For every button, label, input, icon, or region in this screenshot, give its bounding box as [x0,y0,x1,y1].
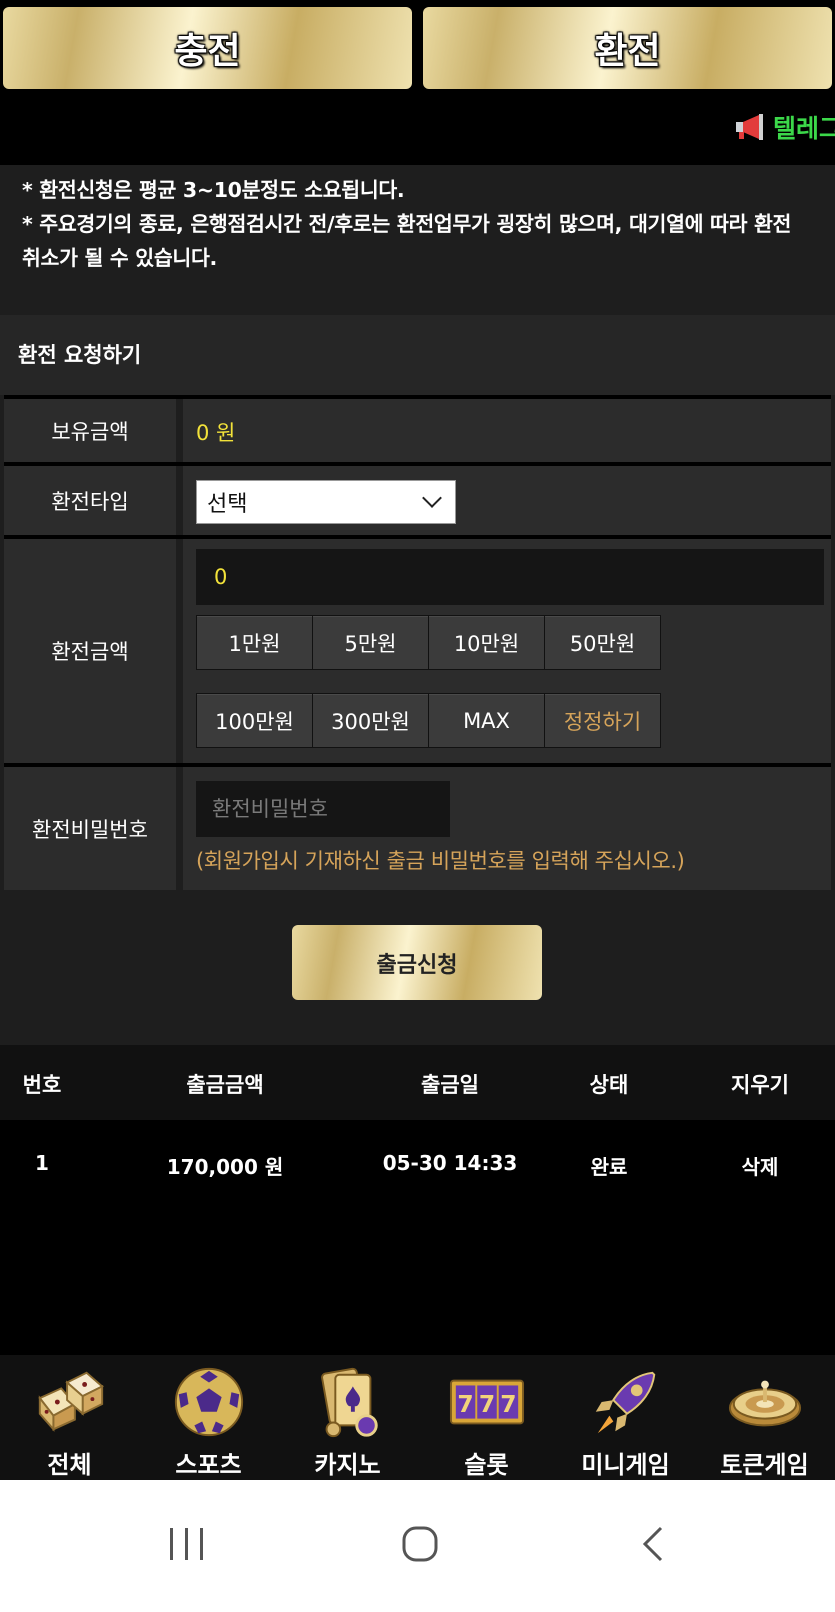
password-row: 환전비밀번호 (회원가입시 기재하신 출금 비밀번호를 입력해 주십시오.) [4,767,831,890]
withdraw-submit-button[interactable]: 출금신청 [292,925,542,1000]
amount-max-button[interactable]: MAX [428,693,545,748]
amount-500k-button[interactable]: 50만원 [544,615,661,670]
home-icon[interactable] [390,1520,450,1570]
cell-number: 1 [35,1151,49,1175]
nav-label: 토큰게임 [720,1451,809,1479]
notice-box: * 환전신청은 평균 3~10분정도 소요됩니다. * 주요경기의 종료, 은행… [0,165,835,315]
notice-line: * 주요경기의 종료, 은행점검시간 전/후로는 환전업무가 굉장히 많으며, … [22,212,792,270]
delete-button[interactable]: 삭제 [742,1151,779,1180]
back-icon[interactable] [625,1520,685,1570]
roulette-icon [728,1380,801,1427]
recent-apps-icon[interactable] [157,1520,217,1570]
notice-line: * 환전신청은 평균 3~10분정도 소요됩니다. [22,178,405,202]
svg-text:7: 7 [478,1390,494,1418]
system-navigation-bar [0,1480,835,1612]
nav-item-casino[interactable]: 카지노 [278,1355,417,1480]
balance-value: 0 원 [196,421,236,445]
table-header: 번호 출금금액 출금일 상태 지우기 [0,1045,835,1120]
column-header-status: 상태 [589,1073,629,1097]
nav-label: 슬롯 [464,1451,509,1479]
withdraw-form: 보유금액 0 원 환전타입 선택 환전금액 0 1만원 5만원 10만원 50만… [0,395,835,890]
password-hint: (회원가입시 기재하신 출금 비밀번호를 입력해 주십시오.) [196,849,685,873]
password-label: 환전비밀번호 [4,767,176,890]
nav-item-all[interactable]: 전체 [0,1355,139,1480]
megaphone-icon [736,114,763,140]
dice-icon [37,1371,104,1432]
bottom-nav: 전체 스포츠 카지노 7 7 7 슬롯 미니게임 토큰게임 [0,1355,835,1480]
tab-exchange[interactable]: 환전 [423,7,832,89]
amount-label: 환전금액 [4,539,176,763]
nav-item-minigame[interactable]: 미니게임 [556,1355,695,1480]
rocket-icon [595,1371,655,1434]
amount-reset-button[interactable]: 정정하기 [544,693,661,748]
column-header-date: 출금일 [421,1073,479,1097]
nav-item-token-game[interactable]: 토큰게임 [695,1355,834,1480]
password-input[interactable] [196,781,450,837]
playing-cards-icon [320,1367,378,1438]
nav-item-sports[interactable]: 스포츠 [139,1355,278,1480]
chevron-down-icon [422,488,442,508]
nav-label: 전체 [47,1451,92,1479]
withdraw-history-table: 번호 출금금액 출금일 상태 지우기 1 170,000 원 05-30 14:… [0,1045,835,1355]
nav-label: 스포츠 [175,1451,242,1479]
amount-3m-button[interactable]: 300만원 [312,693,429,748]
section-title: 환전 요청하기 [0,315,835,395]
svg-text:7: 7 [500,1390,516,1418]
announcement-marquee: 텔레그 [0,95,835,165]
amount-input[interactable]: 0 [196,549,824,605]
amount-100k-button[interactable]: 10만원 [428,615,545,670]
type-select-value: 선택 [207,492,248,517]
type-label: 환전타입 [4,466,176,535]
slot-777-icon: 7 7 7 [449,1379,524,1425]
balance-label: 보유금액 [4,399,176,462]
nav-label: 미니게임 [581,1451,670,1479]
submit-area: 출금신청 [0,890,835,1045]
top-tab-bar: 충전 환전 [0,0,835,95]
amount-50k-button[interactable]: 5만원 [312,615,429,670]
balance-row: 보유금액 0 원 [4,399,831,462]
tab-charge[interactable]: 충전 [3,7,412,89]
cell-amount: 170,000 원 [166,1155,284,1179]
cell-status: 완료 [590,1155,628,1179]
nav-item-slot[interactable]: 7 7 7 슬롯 [417,1355,556,1480]
column-header-number: 번호 [22,1073,62,1097]
marquee-text: 텔레그 [773,114,835,143]
type-row: 환전타입 선택 [4,466,831,535]
column-header-amount: 출금금액 [186,1073,264,1097]
svg-text:7: 7 [457,1390,473,1418]
column-header-delete: 지우기 [731,1073,789,1097]
amount-1m-button[interactable]: 100만원 [196,693,313,748]
nav-label: 카지노 [314,1451,381,1479]
soccer-ball-icon [174,1367,243,1437]
amount-row: 환전금액 0 1만원 5만원 10만원 50만원 100만원 300만원 MAX… [4,539,831,763]
amount-10k-button[interactable]: 1만원 [196,615,313,670]
type-select[interactable]: 선택 [196,480,456,524]
cell-date: 05-30 14:33 [382,1151,518,1175]
